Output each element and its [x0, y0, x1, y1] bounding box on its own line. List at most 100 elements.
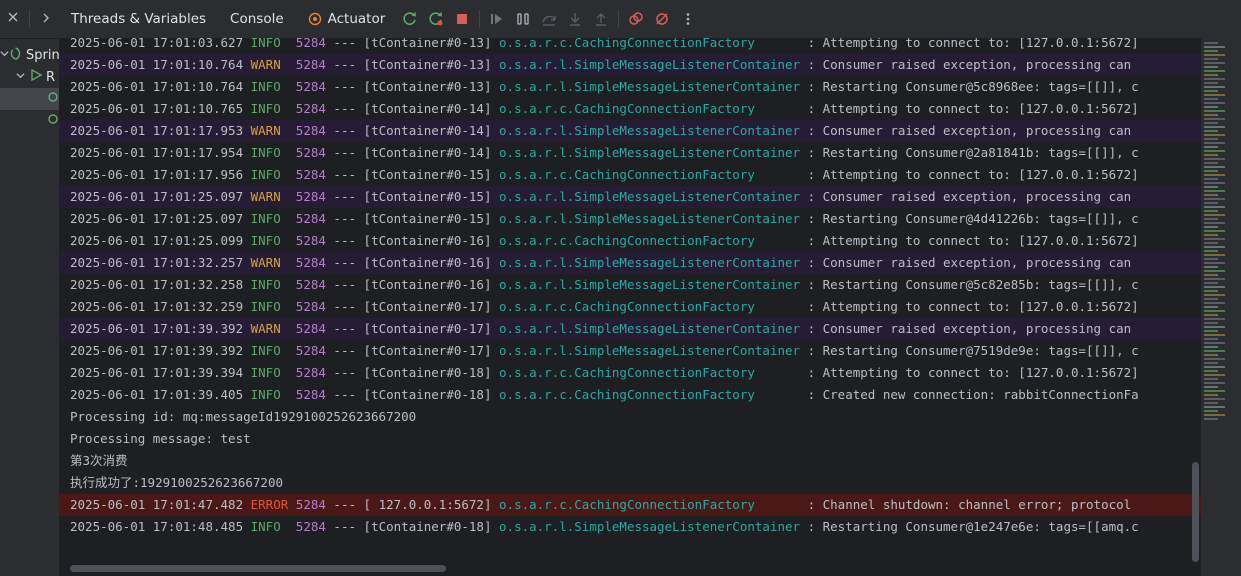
- pause-icon[interactable]: [510, 6, 536, 32]
- log-thread: [tContainer#0-14]: [363, 101, 492, 116]
- overview-mark: [1204, 226, 1218, 228]
- log-thread: [tContainer#0-13]: [363, 79, 492, 94]
- tree-item-spring[interactable]: Sprin: [0, 44, 59, 66]
- overview-mark: [1204, 394, 1218, 396]
- overview-mark: [1204, 54, 1225, 56]
- log-thread: [tContainer#0-13]: [363, 57, 492, 72]
- overview-mark: [1204, 74, 1218, 76]
- log-timestamp: 2025-06-01 17:01:39.405: [70, 387, 244, 402]
- overview-mark: [1204, 310, 1225, 312]
- vertical-scrollbar-thumb[interactable]: [1192, 462, 1199, 562]
- rerun-icon[interactable]: [397, 6, 423, 32]
- log-timestamp: 2025-06-01 17:01:17.953: [70, 123, 244, 138]
- chevron-right-icon[interactable]: [34, 12, 59, 27]
- overview-mark: [1204, 210, 1218, 212]
- log-message: : Attempting to connect to: [127.0.0.1:5…: [800, 38, 1139, 50]
- overview-mark: [1204, 162, 1218, 164]
- log-timestamp: 2025-06-01 17:01:25.099: [70, 233, 244, 248]
- log-logger: o.s.a.r.l.SimpleMessageListenerContainer: [499, 519, 801, 534]
- overview-mark: [1204, 258, 1218, 260]
- log-pid: 5284: [295, 167, 326, 182]
- run-icon: [30, 68, 43, 85]
- log-thread: [ 127.0.0.1:5672]: [363, 497, 492, 512]
- log-message: : Consumer raised exception, processing …: [800, 321, 1132, 336]
- tree-item-run[interactable]: R: [0, 66, 59, 88]
- stop-icon[interactable]: [449, 6, 475, 32]
- overview-mark: [1204, 330, 1218, 332]
- log-logger: o.s.a.r.l.SimpleMessageListenerContainer: [499, 57, 801, 72]
- log-level: ERROR: [250, 497, 289, 512]
- log-level: INFO: [250, 365, 289, 380]
- step-out-icon[interactable]: [588, 6, 614, 32]
- log-separator: ---: [325, 277, 364, 292]
- console-line: 2025-06-01 17:01:47.482 ERROR 5284 --- […: [59, 494, 1201, 516]
- overview-mark: [1204, 294, 1225, 296]
- log-timestamp: 2025-06-01 17:01:39.394: [70, 365, 244, 380]
- overview-mark: [1204, 138, 1218, 140]
- console-line: 执行成功了:1929100252623667200: [59, 472, 1201, 494]
- overview-mark: [1204, 50, 1218, 52]
- log-separator: ---: [325, 299, 364, 314]
- log-message: : Restarting Consumer@2a81841b: tags=[[]…: [800, 145, 1139, 160]
- step-over-icon[interactable]: [536, 6, 562, 32]
- log-pid: 5284: [295, 277, 326, 292]
- collapse-all-icon[interactable]: [0, 11, 25, 27]
- divider: [479, 10, 481, 28]
- log-logger: o.s.a.r.c.CachingConnectionFactory: [499, 365, 801, 380]
- chevron-down-icon[interactable]: [14, 71, 26, 83]
- overview-mark: [1204, 254, 1225, 256]
- log-thread: [tContainer#0-16]: [363, 277, 492, 292]
- horizontal-scrollbar[interactable]: [59, 562, 1201, 576]
- log-timestamp: 2025-06-01 17:01:10.765: [70, 101, 244, 116]
- log-level: WARN: [250, 255, 289, 270]
- log-pid: 5284: [295, 123, 326, 138]
- log-thread: [tContainer#0-14]: [363, 123, 492, 138]
- console-line: 2025-06-01 17:01:25.097 WARN 5284 --- [t…: [59, 186, 1201, 208]
- rerun-failed-icon[interactable]: [423, 6, 449, 32]
- view-breakpoints-icon[interactable]: [623, 6, 649, 32]
- log-separator: ---: [325, 145, 364, 160]
- log-thread: [tContainer#0-17]: [363, 299, 492, 314]
- tab-console[interactable]: Console: [218, 0, 296, 38]
- tab-threads-variables[interactable]: Threads & Variables: [59, 0, 218, 38]
- log-separator: ---: [325, 38, 364, 50]
- console-line: Processing id: mq:messageId1929100252623…: [59, 406, 1201, 428]
- overview-mark: [1204, 266, 1218, 268]
- log-timestamp: 2025-06-01 17:01:32.257: [70, 255, 244, 270]
- log-message: : Consumer raised exception, processing …: [800, 255, 1132, 270]
- overview-mark: [1204, 130, 1218, 132]
- log-message: : Restarting Consumer@1e247e6e: tags=[[a…: [800, 519, 1139, 534]
- log-level: WARN: [250, 189, 289, 204]
- tree-item-app-2[interactable]: [0, 110, 59, 132]
- overview-mark: [1204, 182, 1225, 184]
- more-icon[interactable]: [675, 6, 701, 32]
- log-timestamp: 2025-06-01 17:01:39.392: [70, 343, 244, 358]
- horizontal-scrollbar-thumb[interactable]: [70, 565, 446, 572]
- console-overview-strip[interactable]: [1201, 38, 1241, 576]
- overview-mark: [1204, 150, 1225, 152]
- overview-mark: [1204, 198, 1225, 200]
- tab-actuator[interactable]: Actuator: [296, 0, 398, 38]
- overview-mark: [1204, 206, 1225, 208]
- log-message: : Consumer raised exception, processing …: [800, 57, 1132, 72]
- log-thread: [tContainer#0-16]: [363, 255, 492, 270]
- chevron-down-icon[interactable]: [0, 49, 9, 61]
- overview-mark: [1204, 306, 1218, 308]
- log-pid: 5284: [295, 497, 326, 512]
- console-line: 第3次消费: [59, 450, 1201, 472]
- log-thread: [tContainer#0-15]: [363, 211, 492, 226]
- console-output[interactable]: 2025-06-01 17:01:03.627 INFO 5284 --- [t…: [59, 38, 1201, 562]
- console-line: 2025-06-01 17:01:10.765 INFO 5284 --- [t…: [59, 98, 1201, 120]
- resume-icon[interactable]: [484, 6, 510, 32]
- overview-mark: [1204, 58, 1218, 60]
- tree-item-app[interactable]: [0, 88, 59, 110]
- overview-mark: [1204, 414, 1225, 416]
- log-pid: 5284: [295, 38, 326, 50]
- log-message: : Attempting to connect to: [127.0.0.1:5…: [800, 167, 1139, 182]
- overview-mark: [1204, 370, 1218, 372]
- overview-mark: [1204, 158, 1225, 160]
- overview-mark: [1204, 302, 1225, 304]
- log-level: INFO: [250, 167, 289, 182]
- mute-breakpoints-icon[interactable]: [649, 6, 675, 32]
- step-into-icon[interactable]: [562, 6, 588, 32]
